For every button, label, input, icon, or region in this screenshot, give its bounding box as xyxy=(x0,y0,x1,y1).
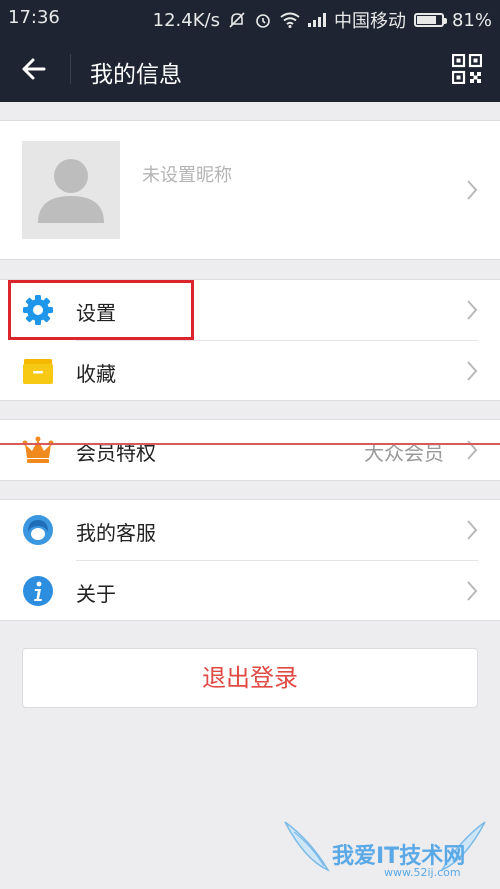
menu-group-3: 我的客服 关于 xyxy=(0,499,500,621)
crown-icon xyxy=(22,436,54,463)
chevron-right-icon xyxy=(467,180,478,200)
menu-item-label: 我的客服 xyxy=(76,521,156,545)
profile-card[interactable]: 未设置昵称 xyxy=(0,120,500,260)
title-divider xyxy=(70,54,71,84)
menu-group-2: 会员特权 大众会员 xyxy=(0,419,500,481)
customer-service-icon xyxy=(23,515,53,545)
menu-item-label: 关于 xyxy=(76,582,116,606)
chevron-right-icon xyxy=(467,300,478,320)
watermark: 我爱IT技术网 www.52ij.com xyxy=(280,810,490,885)
battery-icon xyxy=(413,13,447,27)
annotation-line xyxy=(0,443,500,445)
menu-item-about[interactable]: 关于 xyxy=(0,561,500,621)
mute-icon xyxy=(229,12,245,28)
nickname: 未设置昵称 xyxy=(142,165,232,186)
avatar[interactable] xyxy=(22,141,120,239)
menu-item-label: 收藏 xyxy=(76,362,116,386)
menu-group-1: 设置 收藏 xyxy=(0,279,500,401)
carrier-name: 中国移动 xyxy=(333,11,406,32)
menu-item-customer-service[interactable]: 我的客服 xyxy=(0,500,500,560)
alarm-icon xyxy=(256,14,270,28)
menu-item-settings[interactable]: 设置 xyxy=(0,280,500,340)
battery-percent: 81% xyxy=(451,9,492,31)
logout-button[interactable]: 退出登录 xyxy=(22,648,478,708)
default-avatar-icon xyxy=(38,159,104,223)
gear-icon xyxy=(23,295,53,325)
menu-item-label: 会员特权 xyxy=(76,441,156,465)
menu-item-favorites[interactable]: 收藏 xyxy=(0,341,500,401)
menu-item-membership[interactable]: 会员特权 大众会员 xyxy=(0,420,500,480)
chevron-right-icon xyxy=(467,520,478,540)
info-icon xyxy=(23,576,53,606)
watermark-url: www.52ij.com xyxy=(384,866,461,879)
network-speed: 12.4K/s xyxy=(152,9,220,31)
membership-level: 大众会员 xyxy=(364,441,444,465)
title-bar: 我的信息 xyxy=(0,36,500,102)
menu-item-label: 设置 xyxy=(76,301,116,325)
page-title: 我的信息 xyxy=(90,62,182,88)
status-time: 17:36 xyxy=(8,7,60,28)
qr-code-icon[interactable] xyxy=(452,54,482,84)
back-arrow-icon[interactable] xyxy=(18,52,52,86)
folder-icon xyxy=(23,359,53,384)
status-bar: 17:36 12.4K/s 中国移动 81% xyxy=(0,0,500,36)
chevron-right-icon xyxy=(467,581,478,601)
wifi-icon xyxy=(280,12,300,28)
signal-icon xyxy=(307,13,326,27)
chevron-right-icon xyxy=(467,361,478,381)
status-right: 12.4K/s 中国移动 81% xyxy=(153,7,492,33)
